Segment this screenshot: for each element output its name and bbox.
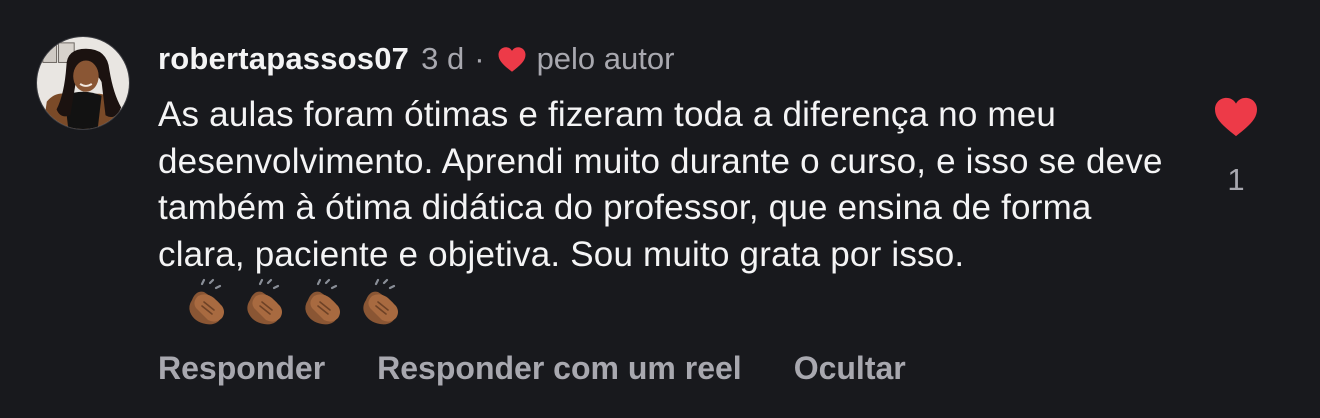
clapping-hands-icon <box>240 278 290 328</box>
clapping-hands-icon <box>356 278 406 328</box>
like-button[interactable] <box>1212 96 1260 138</box>
heart-icon <box>497 46 527 73</box>
comment-item: robertapassos07 3 d · pelo autor As aula… <box>0 0 1320 418</box>
avatar[interactable] <box>36 36 130 130</box>
clapping-hands-icon <box>182 278 232 328</box>
timestamp: 3 d <box>421 41 465 76</box>
heart-icon <box>1215 97 1257 137</box>
liked-by-author-label: pelo autor <box>536 41 675 76</box>
emoji-group <box>182 278 414 328</box>
hide-button[interactable]: Ocultar <box>794 350 906 387</box>
reply-with-reel-button[interactable]: Responder com um reel <box>377 350 742 387</box>
like-count[interactable]: 1 <box>1212 162 1260 198</box>
comment-header: robertapassos07 3 d · pelo autor <box>158 38 674 80</box>
username[interactable]: robertapassos07 <box>158 41 409 77</box>
separator: · <box>474 41 485 76</box>
clapping-hands-icon <box>298 278 348 328</box>
reply-button[interactable]: Responder <box>158 350 325 387</box>
comment-text: As aulas foram ótimas e fizeram toda a d… <box>158 95 1163 274</box>
comment-text-block: As aulas foram ótimas e fizeram toda a d… <box>158 92 1168 329</box>
avatar-photo <box>37 37 129 129</box>
comment-actions: Responder Responder com um reel Ocultar <box>158 350 906 387</box>
